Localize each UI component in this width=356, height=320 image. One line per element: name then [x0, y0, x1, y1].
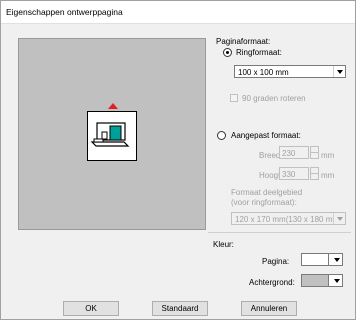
background-color-dropdown[interactable]: [329, 274, 343, 287]
hoop-format-label: Ringformaat:: [236, 48, 282, 57]
custom-format-radio[interactable]: [217, 131, 226, 140]
dialog-title: Eigenschappen ontwerppagina: [6, 7, 123, 17]
section-area-select[interactable]: 120 x 170 mm(130 x 180 mm): [231, 212, 346, 225]
hoop-direction-marker-icon: [108, 103, 118, 109]
hoop-size-value: 100 x 100 mm: [238, 68, 289, 77]
height-spinner-button[interactable]: [310, 167, 319, 180]
section-area-label-line2: (voor ringformaat):: [231, 198, 297, 207]
color-heading: Kleur:: [213, 240, 234, 249]
page-color-dropdown[interactable]: [329, 253, 343, 266]
chevron-down-icon[interactable]: [331, 254, 342, 265]
title-bar: Eigenschappen ontwerppagina: [1, 1, 355, 24]
width-input[interactable]: 230: [279, 146, 309, 159]
height-value: 330: [282, 170, 296, 179]
width-value: 230: [282, 149, 296, 158]
page-format-heading: Paginaformaat:: [216, 37, 271, 46]
height-input[interactable]: 330: [279, 167, 309, 180]
section-area-value: 120 x 170 mm(130 x 180 mm): [235, 215, 335, 224]
background-color-label: Achtergrond:: [249, 278, 295, 287]
chevron-down-icon[interactable]: [333, 66, 345, 77]
page-color-swatch[interactable]: [301, 253, 329, 266]
custom-format-label: Aangepast formaat:: [231, 131, 301, 140]
default-button[interactable]: Standaard: [152, 301, 208, 316]
cancel-button[interactable]: Annuleren: [241, 301, 297, 316]
section-divider: [208, 232, 351, 233]
sewing-machine-icon: [90, 122, 130, 147]
width-unit-label: mm: [321, 151, 335, 160]
background-color-swatch[interactable]: [301, 274, 329, 287]
page-color-label: Pagina:: [262, 257, 290, 266]
rotate-90-label: 90 graden roteren: [242, 94, 306, 103]
width-spinner-button[interactable]: [310, 146, 319, 159]
hoop-preview: [87, 103, 137, 161]
hoop-size-select[interactable]: 100 x 100 mm: [234, 65, 346, 78]
section-area-label-line1: Formaat deelgebied: [231, 188, 303, 197]
chevron-down-icon[interactable]: [333, 213, 345, 224]
height-unit-label: mm: [321, 171, 335, 180]
hoop-format-radio[interactable]: [223, 48, 232, 57]
rotate-90-checkbox[interactable]: [230, 94, 238, 102]
dialog-window: Eigenschappen ontwerppagina Paginaformaa…: [0, 0, 356, 320]
chevron-down-icon[interactable]: [331, 275, 342, 286]
page-preview: [18, 38, 206, 230]
ok-button[interactable]: OK: [63, 301, 119, 316]
